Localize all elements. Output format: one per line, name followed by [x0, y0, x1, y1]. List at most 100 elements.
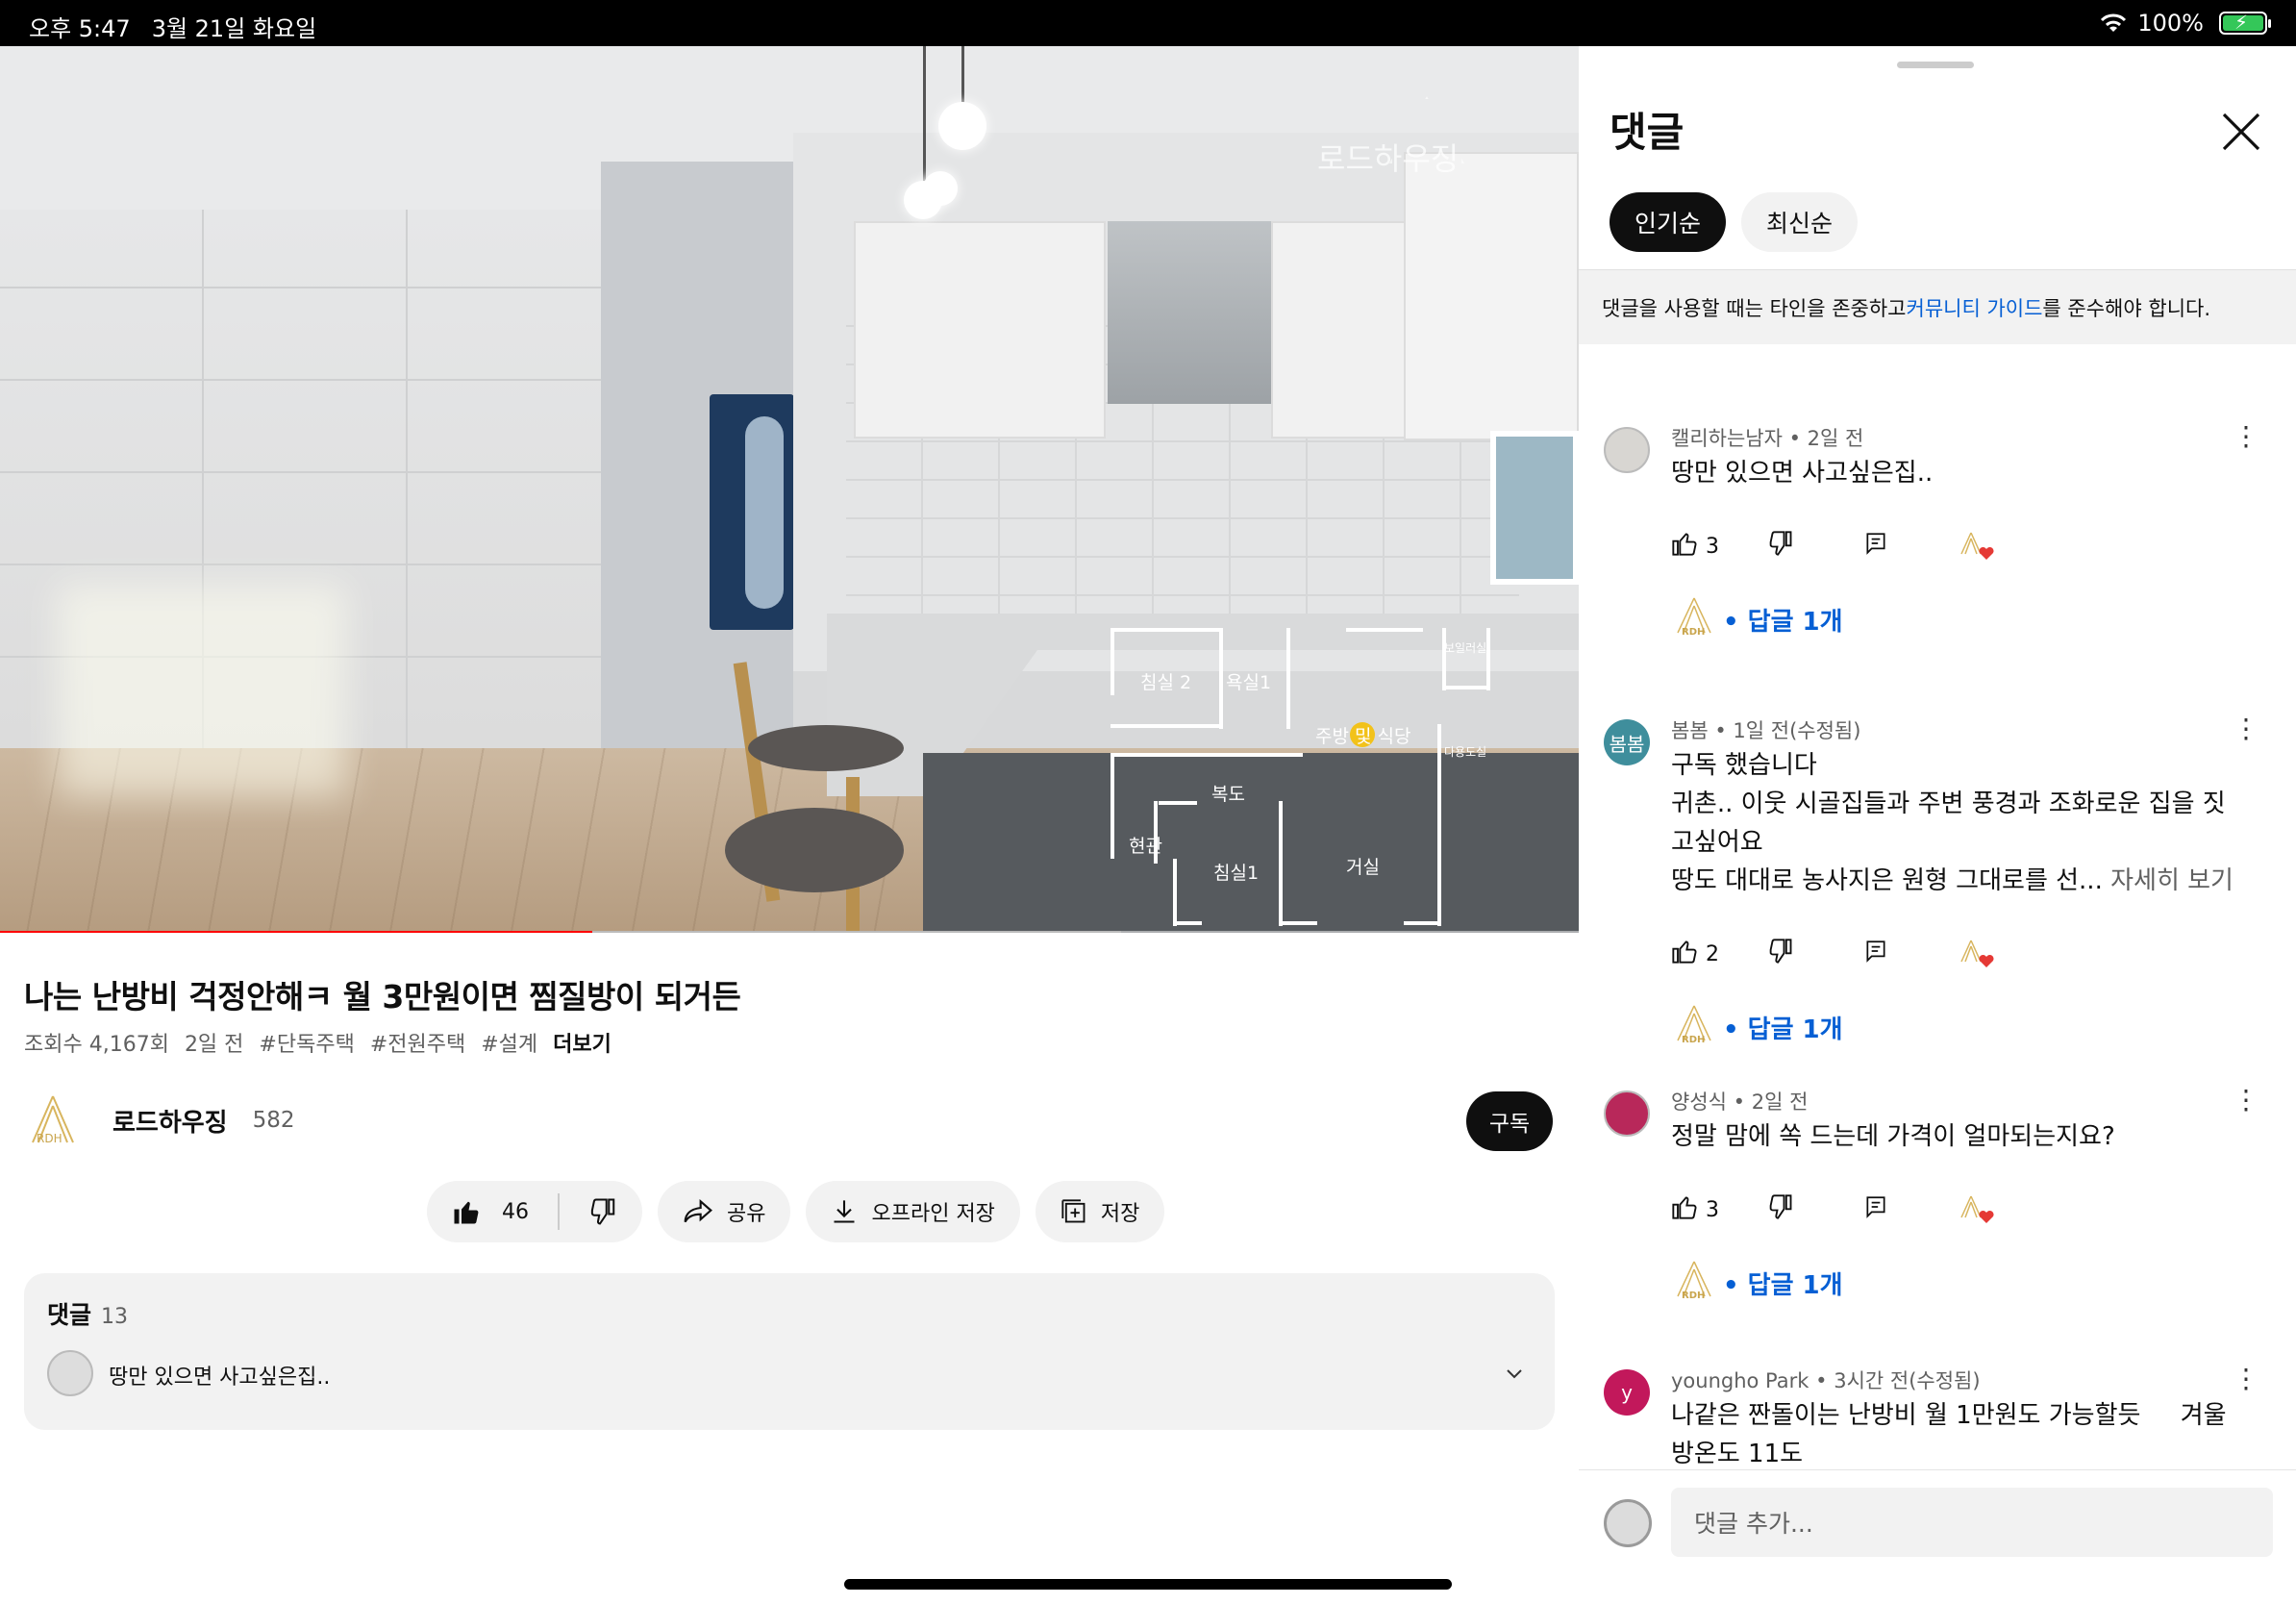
floorplan-label: 거실 [1346, 857, 1380, 878]
avatar-text: 봄봄 [1609, 732, 1645, 756]
channel-logo-icon: RDH [1675, 596, 1713, 643]
comment-reply-button[interactable] [1863, 1194, 1959, 1225]
like-button[interactable]: 46 [452, 1197, 529, 1226]
comment-like-button[interactable]: 3 [1671, 1193, 1767, 1226]
thumbs-up-icon [1671, 530, 1698, 563]
reply-icon [1863, 939, 1888, 969]
more-vert-icon[interactable]: ⋮ [2233, 1366, 2259, 1392]
add-comment-bar: 댓글 추가... [1579, 1469, 2296, 1604]
view-replies-button[interactable]: RDH • 답글 1개 [1675, 596, 1843, 643]
comment-text: 구독 했습니다 귀촌.. 이웃 시골집들과 주변 풍경과 조화로운 집을 짓 고싶어… [1671, 746, 2248, 900]
community-notice: 댓글을 사용할 때는 타인을 존중하고 커뮤니티 가이드 를 준수해야 합니다. [1579, 269, 2296, 344]
subscriber-count: 582 [252, 1108, 295, 1133]
drag-handle[interactable] [1897, 62, 1974, 68]
tab-popular[interactable]: 인기순 [1610, 192, 1727, 252]
comment-author[interactable]: 봄봄 [1671, 719, 1709, 742]
comment-author[interactable]: youngho Park [1671, 1369, 1809, 1392]
comment-line: 땅도 대대로 농사지은 원형 그대로를 선... [1671, 866, 2103, 895]
save-button[interactable]: 저장 [1035, 1181, 1165, 1242]
channel-logo-icon[interactable]: RDH [24, 1091, 82, 1149]
comments-teaser[interactable]: 댓글 13 땅만 있으면 사고싶은집.. [24, 1273, 1555, 1430]
comment-line: 나같은 짠돌이는 난방비 월 1만원도 가능할듯 겨울 [1671, 1401, 2227, 1430]
floorplan-label: 보일러실 [1444, 641, 1487, 655]
share-button[interactable]: 공유 [658, 1181, 791, 1242]
wifi-icon [2101, 13, 2127, 32]
battery-percent: 100% [2137, 10, 2204, 37]
dislike-button[interactable] [588, 1197, 617, 1226]
comment-dislike-button[interactable] [1767, 530, 1863, 563]
floor-plan-overlay: 침실 2 욕실1 주방 및 식당 보일러실 다용도실 복도 현관 침실1 거실 [1106, 628, 1490, 933]
comment-reply-button[interactable] [1863, 531, 1959, 562]
view-replies-button[interactable]: RDH • 답글 1개 [1675, 1260, 1843, 1307]
offline-save-button[interactable]: 오프라인 저장 [806, 1181, 1020, 1242]
share-label: 공유 [727, 1202, 766, 1226]
comment-like-count: 2 [1706, 941, 1719, 966]
more-vert-icon[interactable]: ⋮ [2233, 715, 2259, 742]
creator-heart-icon [1959, 529, 2056, 564]
comment-time: 1일 전(수정됨) [1733, 719, 1861, 742]
creator-heart-icon [1959, 937, 2056, 971]
like-dislike-pill: 46 [427, 1181, 642, 1242]
comment-line: 방온도 11도 [1671, 1440, 1804, 1468]
floorplan-label: 침실1 [1213, 863, 1260, 884]
avatar[interactable]: 봄봄 [1604, 719, 1650, 765]
tag[interactable]: #전원주택 [370, 1027, 465, 1058]
video-meta[interactable]: 조회수 4,167회 2일 전 #단독주택 #전원주택 #설계 더보기 [24, 1027, 611, 1058]
tag[interactable]: #단독주택 [259, 1027, 354, 1058]
avatar [47, 1350, 93, 1396]
pendant-lamp [938, 102, 986, 150]
status-bar: 오후 5:47 3월 21일 화요일 100% ⚡ [0, 0, 2296, 46]
chevron-down-icon[interactable] [1503, 1362, 1526, 1385]
avatar[interactable]: y [1604, 1369, 1650, 1416]
download-icon [834, 1200, 855, 1223]
comment-line: 정말 맘에 쏙 드는데 가격이 얼마되는지요? [1671, 1122, 2115, 1151]
progress-played[interactable] [0, 931, 592, 933]
floorplan-label: 침실 2 [1140, 672, 1192, 693]
home-indicator[interactable] [844, 1579, 1452, 1590]
floorplan-label: 현관 [1129, 836, 1162, 857]
comments-panel: 댓글 인기순 최신순 댓글을 사용할 때는 타인을 존중하고 커뮤니티 가이드 를… [1579, 46, 2296, 1604]
comment-actions: 3 [1671, 529, 2056, 564]
tab-newest[interactable]: 최신순 [1741, 192, 1859, 252]
comment-time: 2일 전 [1807, 427, 1864, 450]
comment-preview: 땅만 있으면 사고싶은집.. [109, 1366, 331, 1390]
thumbs-up-icon [1671, 938, 1698, 970]
comment-actions: 2 [1671, 937, 2056, 971]
video-player[interactable]: 로드하우징 침실 2 욕실1 주방 및 식당 보일러실 다용도실 복도 현관 침… [0, 46, 1579, 933]
avatar[interactable] [1604, 1090, 1650, 1137]
range-hood [1108, 221, 1271, 404]
more-link[interactable]: 더보기 [553, 1027, 611, 1058]
comment-header: 봄봄 • 1일 전(수정됨) [1671, 719, 1861, 742]
panel-title: 댓글 [1610, 109, 1685, 156]
comment-dislike-button[interactable] [1767, 1193, 1863, 1226]
comment-author[interactable]: 양성식 [1671, 1090, 1727, 1114]
comment-dislike-button[interactable] [1767, 938, 1863, 970]
like-count: 46 [502, 1199, 529, 1224]
more-vert-icon[interactable]: ⋮ [2233, 1087, 2259, 1114]
channel-logo-icon: RDH [1675, 1260, 1713, 1307]
community-guidelines-link[interactable]: 커뮤니티 가이드 [1907, 293, 2043, 322]
comment-reply-button[interactable] [1863, 939, 1959, 969]
svg-text:RDH: RDH [1682, 1291, 1705, 1300]
offline-save-label: 오프라인 저장 [871, 1202, 995, 1226]
clock: 오후 5:47 [29, 15, 131, 42]
reply-icon [1863, 1194, 1888, 1225]
comment-header: youngho Park • 3시간 전(수정됨) [1671, 1369, 1981, 1392]
comment-like-button[interactable]: 2 [1671, 938, 1767, 970]
tag[interactable]: #설계 [481, 1027, 537, 1058]
channel-name[interactable]: 로드하우징 [112, 1103, 228, 1139]
thumbs-down-icon [1767, 938, 1794, 970]
floorplan-label: 복도 [1211, 784, 1245, 805]
reply-icon [1863, 531, 1888, 562]
view-replies-button[interactable]: RDH • 답글 1개 [1675, 1004, 1843, 1051]
close-icon[interactable] [2215, 106, 2267, 158]
read-more-link[interactable]: 자세히 보기 [2103, 866, 2234, 895]
save-label: 저장 [1100, 1202, 1140, 1226]
more-vert-icon[interactable]: ⋮ [2233, 423, 2259, 450]
avatar[interactable] [1604, 427, 1650, 473]
comment-like-button[interactable]: 3 [1671, 530, 1767, 563]
add-comment-input[interactable]: 댓글 추가... [1671, 1488, 2273, 1557]
comment-actions: 3 [1671, 1192, 2056, 1227]
subscribe-button[interactable]: 구독 [1466, 1091, 1553, 1151]
comment-author[interactable]: 캘리하는남자 [1671, 427, 1783, 450]
